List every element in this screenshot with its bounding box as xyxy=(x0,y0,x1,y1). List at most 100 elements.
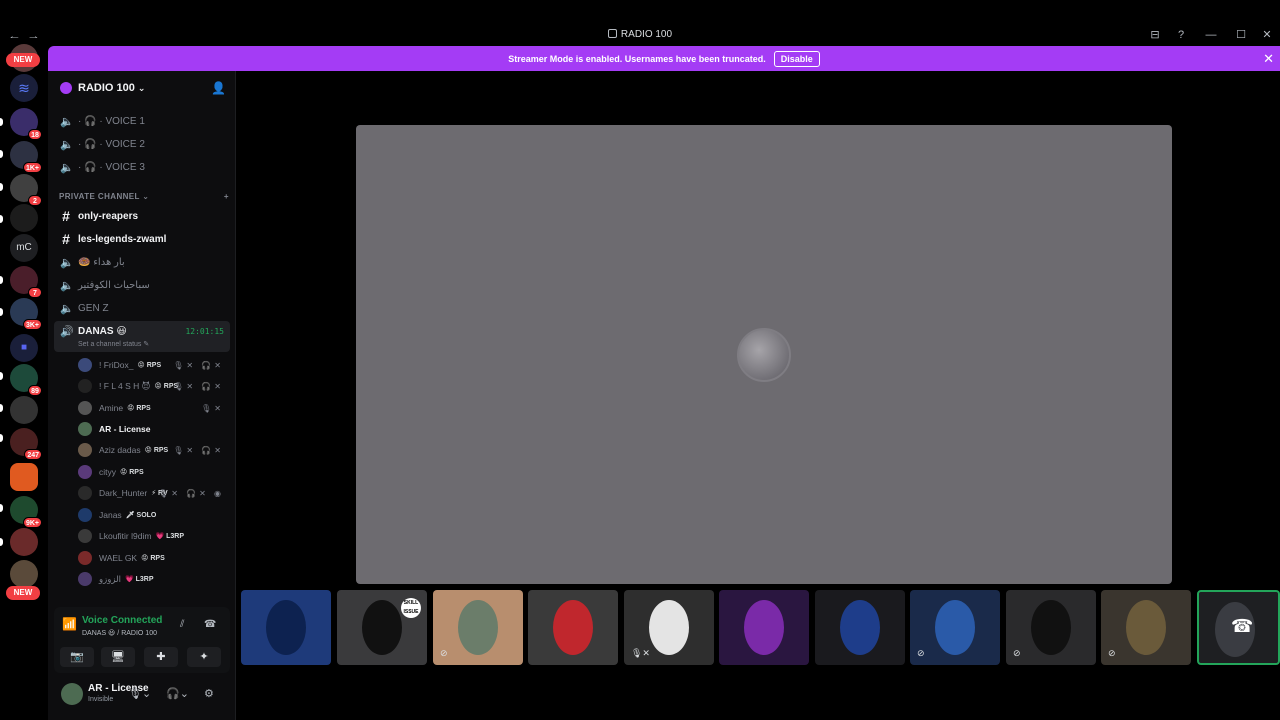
text-channel[interactable]: # les-legends-zwaml xyxy=(54,229,230,249)
voice-channel[interactable]: 🔈 · 🎧 · VOICE 2 xyxy=(54,134,230,154)
voice-channel[interactable]: 🔈 GEN Z xyxy=(54,298,230,318)
activities-button[interactable]: ✚ xyxy=(144,647,178,667)
active-voice-channel[interactable]: 🔊 DANAS 😃 12:01:15 Set a channel status … xyxy=(54,321,230,352)
invite-people-icon[interactable]: 👤 xyxy=(211,81,226,95)
help-icon[interactable]: ? xyxy=(1168,27,1194,43)
skill-issue-sticker: SKILL ISSUE xyxy=(401,598,421,618)
member-tag: 😡 RPS xyxy=(137,362,162,369)
voice-member[interactable]: AR - License xyxy=(78,419,230,439)
member-name: Amine xyxy=(99,403,124,413)
voice-member[interactable]: الزوزو 💗 L3RP xyxy=(78,569,230,589)
server-rail: NEW ≋ 18 1K+ 2 mC 7 3K+ ■ 89 247 9K+ NEW xyxy=(0,38,48,720)
disable-streamer-mode-button[interactable]: Disable xyxy=(773,50,820,67)
server-icon[interactable]: 1K+ xyxy=(10,141,42,173)
voice-member[interactable]: Lkoufitir l9dim 💗 L3RP xyxy=(78,526,230,546)
muted-deafened-icon: 🎙✕ 🎧✕ xyxy=(173,445,224,455)
member-name: Janas xyxy=(99,510,122,520)
gear-icon[interactable]: ⚙ xyxy=(204,687,214,700)
noise-suppression-icon[interactable]: ⫽ xyxy=(180,619,184,630)
server-icon[interactable]: 89 xyxy=(10,364,42,396)
server-icon[interactable]: 247 xyxy=(10,428,42,460)
voice-member[interactable]: ! FriDox_ 😡 RPS 🎙✕ 🎧✕ xyxy=(78,355,230,375)
server-icon[interactable]: 18 xyxy=(10,108,42,140)
add-channel-icon[interactable]: + xyxy=(224,192,229,201)
avatar[interactable] xyxy=(61,683,83,705)
maximize-button[interactable]: ☐ xyxy=(1228,27,1254,43)
video-off-icon: ⊘ xyxy=(440,648,448,658)
disconnect-icon[interactable]: ☎ xyxy=(204,619,216,630)
voice-member[interactable]: ! F L 4 S H 😈 😡 RPS 🎙✕ 🎧✕ xyxy=(78,376,230,396)
participant-tile[interactable]: ⊘ xyxy=(910,590,1000,665)
avatar xyxy=(78,443,92,457)
member-name: ! F L 4 S H 😈 xyxy=(99,380,151,391)
title-bar: ←→ RADIO 100 ⊟ ? — ☐ ✕ xyxy=(0,0,1280,46)
voice-member[interactable]: Janas 🗡 SOLO xyxy=(78,505,230,525)
voice-channel[interactable]: 🔈 · 🎧 · VOICE 3 xyxy=(54,157,230,177)
participant-tile[interactable]: ⊘ xyxy=(433,590,523,665)
participant-avatar xyxy=(553,600,593,655)
soundboard-button[interactable]: ✦ xyxy=(187,647,221,667)
signal-icon[interactable]: 📶 xyxy=(62,617,77,631)
close-button[interactable]: ✕ xyxy=(1254,27,1280,43)
channel-label: سباحيات الكوفتير xyxy=(78,279,150,291)
chevron-down-icon: ⌄ xyxy=(137,82,146,93)
inbox-icon[interactable]: ⊟ xyxy=(1142,27,1168,43)
voice-member[interactable]: Dark_Hunter ⚡ RV 🎙✕ 🎧✕ ◉ xyxy=(78,483,230,503)
voice-channel[interactable]: 🔈 سباحيات الكوفتير xyxy=(54,275,230,295)
focused-participant-tile[interactable] xyxy=(356,125,1172,584)
streamer-mode-banner: Streamer Mode is enabled. Usernames have… xyxy=(48,46,1280,71)
voice-connected-location[interactable]: DANAS 😃 / RADIO 100 xyxy=(82,629,157,637)
minimize-button[interactable]: — xyxy=(1194,27,1228,43)
participant-tile-selected[interactable]: ☎ xyxy=(1197,590,1280,665)
participant-tile[interactable]: SKILL ISSUE xyxy=(337,590,427,665)
set-channel-status[interactable]: Set a channel status ✎ xyxy=(78,340,149,348)
server-icon[interactable] xyxy=(10,396,38,424)
participant-tile[interactable]: ⊘ xyxy=(1006,590,1096,665)
category-private-channel[interactable]: PRIVATE CHANNEL ⌄ + xyxy=(59,192,229,201)
headphones-icon[interactable]: 🎧⌄ xyxy=(166,687,189,700)
voice-channel[interactable]: 🔈 · 🎧 · VOICE 1 xyxy=(54,111,230,131)
participant-avatar xyxy=(840,600,880,655)
server-icon[interactable]: 7 xyxy=(10,266,42,298)
voice-member[interactable]: Amine 😡 RPS 🎙✕ xyxy=(78,398,230,418)
voice-member[interactable]: WAEL GK 😡 RPS xyxy=(78,548,230,568)
participant-avatar xyxy=(744,600,784,655)
microphone-icon[interactable]: 🎙⌄ xyxy=(128,687,151,700)
server-icon[interactable] xyxy=(10,204,38,232)
server-icon[interactable] xyxy=(10,560,38,588)
speaker-icon: 🔈 xyxy=(60,279,74,292)
voice-connected-title[interactable]: Voice Connected xyxy=(82,615,162,626)
participant-tile[interactable] xyxy=(719,590,809,665)
member-tag: 😡 RPS xyxy=(141,555,165,562)
close-icon[interactable]: ✕ xyxy=(1263,51,1274,67)
server-icon[interactable]: 9K+ xyxy=(10,496,42,528)
server-icon[interactable]: mC xyxy=(10,234,38,262)
voice-channel[interactable]: 🔈 🍩 بار هداء xyxy=(54,252,230,272)
participant-tile[interactable] xyxy=(815,590,905,665)
server-icon[interactable] xyxy=(10,528,38,556)
server-icon[interactable]: 3K+ xyxy=(10,298,42,330)
participant-tile[interactable]: 🎙✕ xyxy=(624,590,714,665)
channel-label: only-reapers xyxy=(78,210,139,222)
server-icon[interactable] xyxy=(10,463,38,491)
video-off-icon: ⊘ xyxy=(1108,648,1116,658)
text-channel[interactable]: # only-reapers xyxy=(54,206,230,226)
member-name: Aziz dadas xyxy=(99,445,141,455)
notification-badge: 3K+ xyxy=(22,319,42,330)
server-icon[interactable]: 2 xyxy=(10,174,42,206)
avatar xyxy=(78,401,92,415)
notification-badge: 9K+ xyxy=(22,517,42,528)
folder-icon[interactable]: ■ xyxy=(10,334,38,362)
voice-member[interactable]: cityy 😡 RPS xyxy=(78,462,230,482)
participant-avatar xyxy=(737,328,791,382)
participant-tile[interactable] xyxy=(241,590,331,665)
window-title: RADIO 100 xyxy=(0,29,1280,40)
guild-header[interactable]: RADIO 100 ⌄ 👤 xyxy=(48,71,236,105)
voice-member[interactable]: Aziz dadas 😡 RPS 🎙✕ 🎧✕ xyxy=(78,440,230,460)
server-icon[interactable]: ≋ xyxy=(10,74,38,102)
screen-share-button[interactable]: 🖥 xyxy=(101,647,135,667)
hashtag-icon: # xyxy=(62,208,70,224)
participant-tile[interactable] xyxy=(528,590,618,665)
camera-toggle-button[interactable]: 📷 xyxy=(60,647,94,667)
participant-tile[interactable]: ⊘ xyxy=(1101,590,1191,665)
